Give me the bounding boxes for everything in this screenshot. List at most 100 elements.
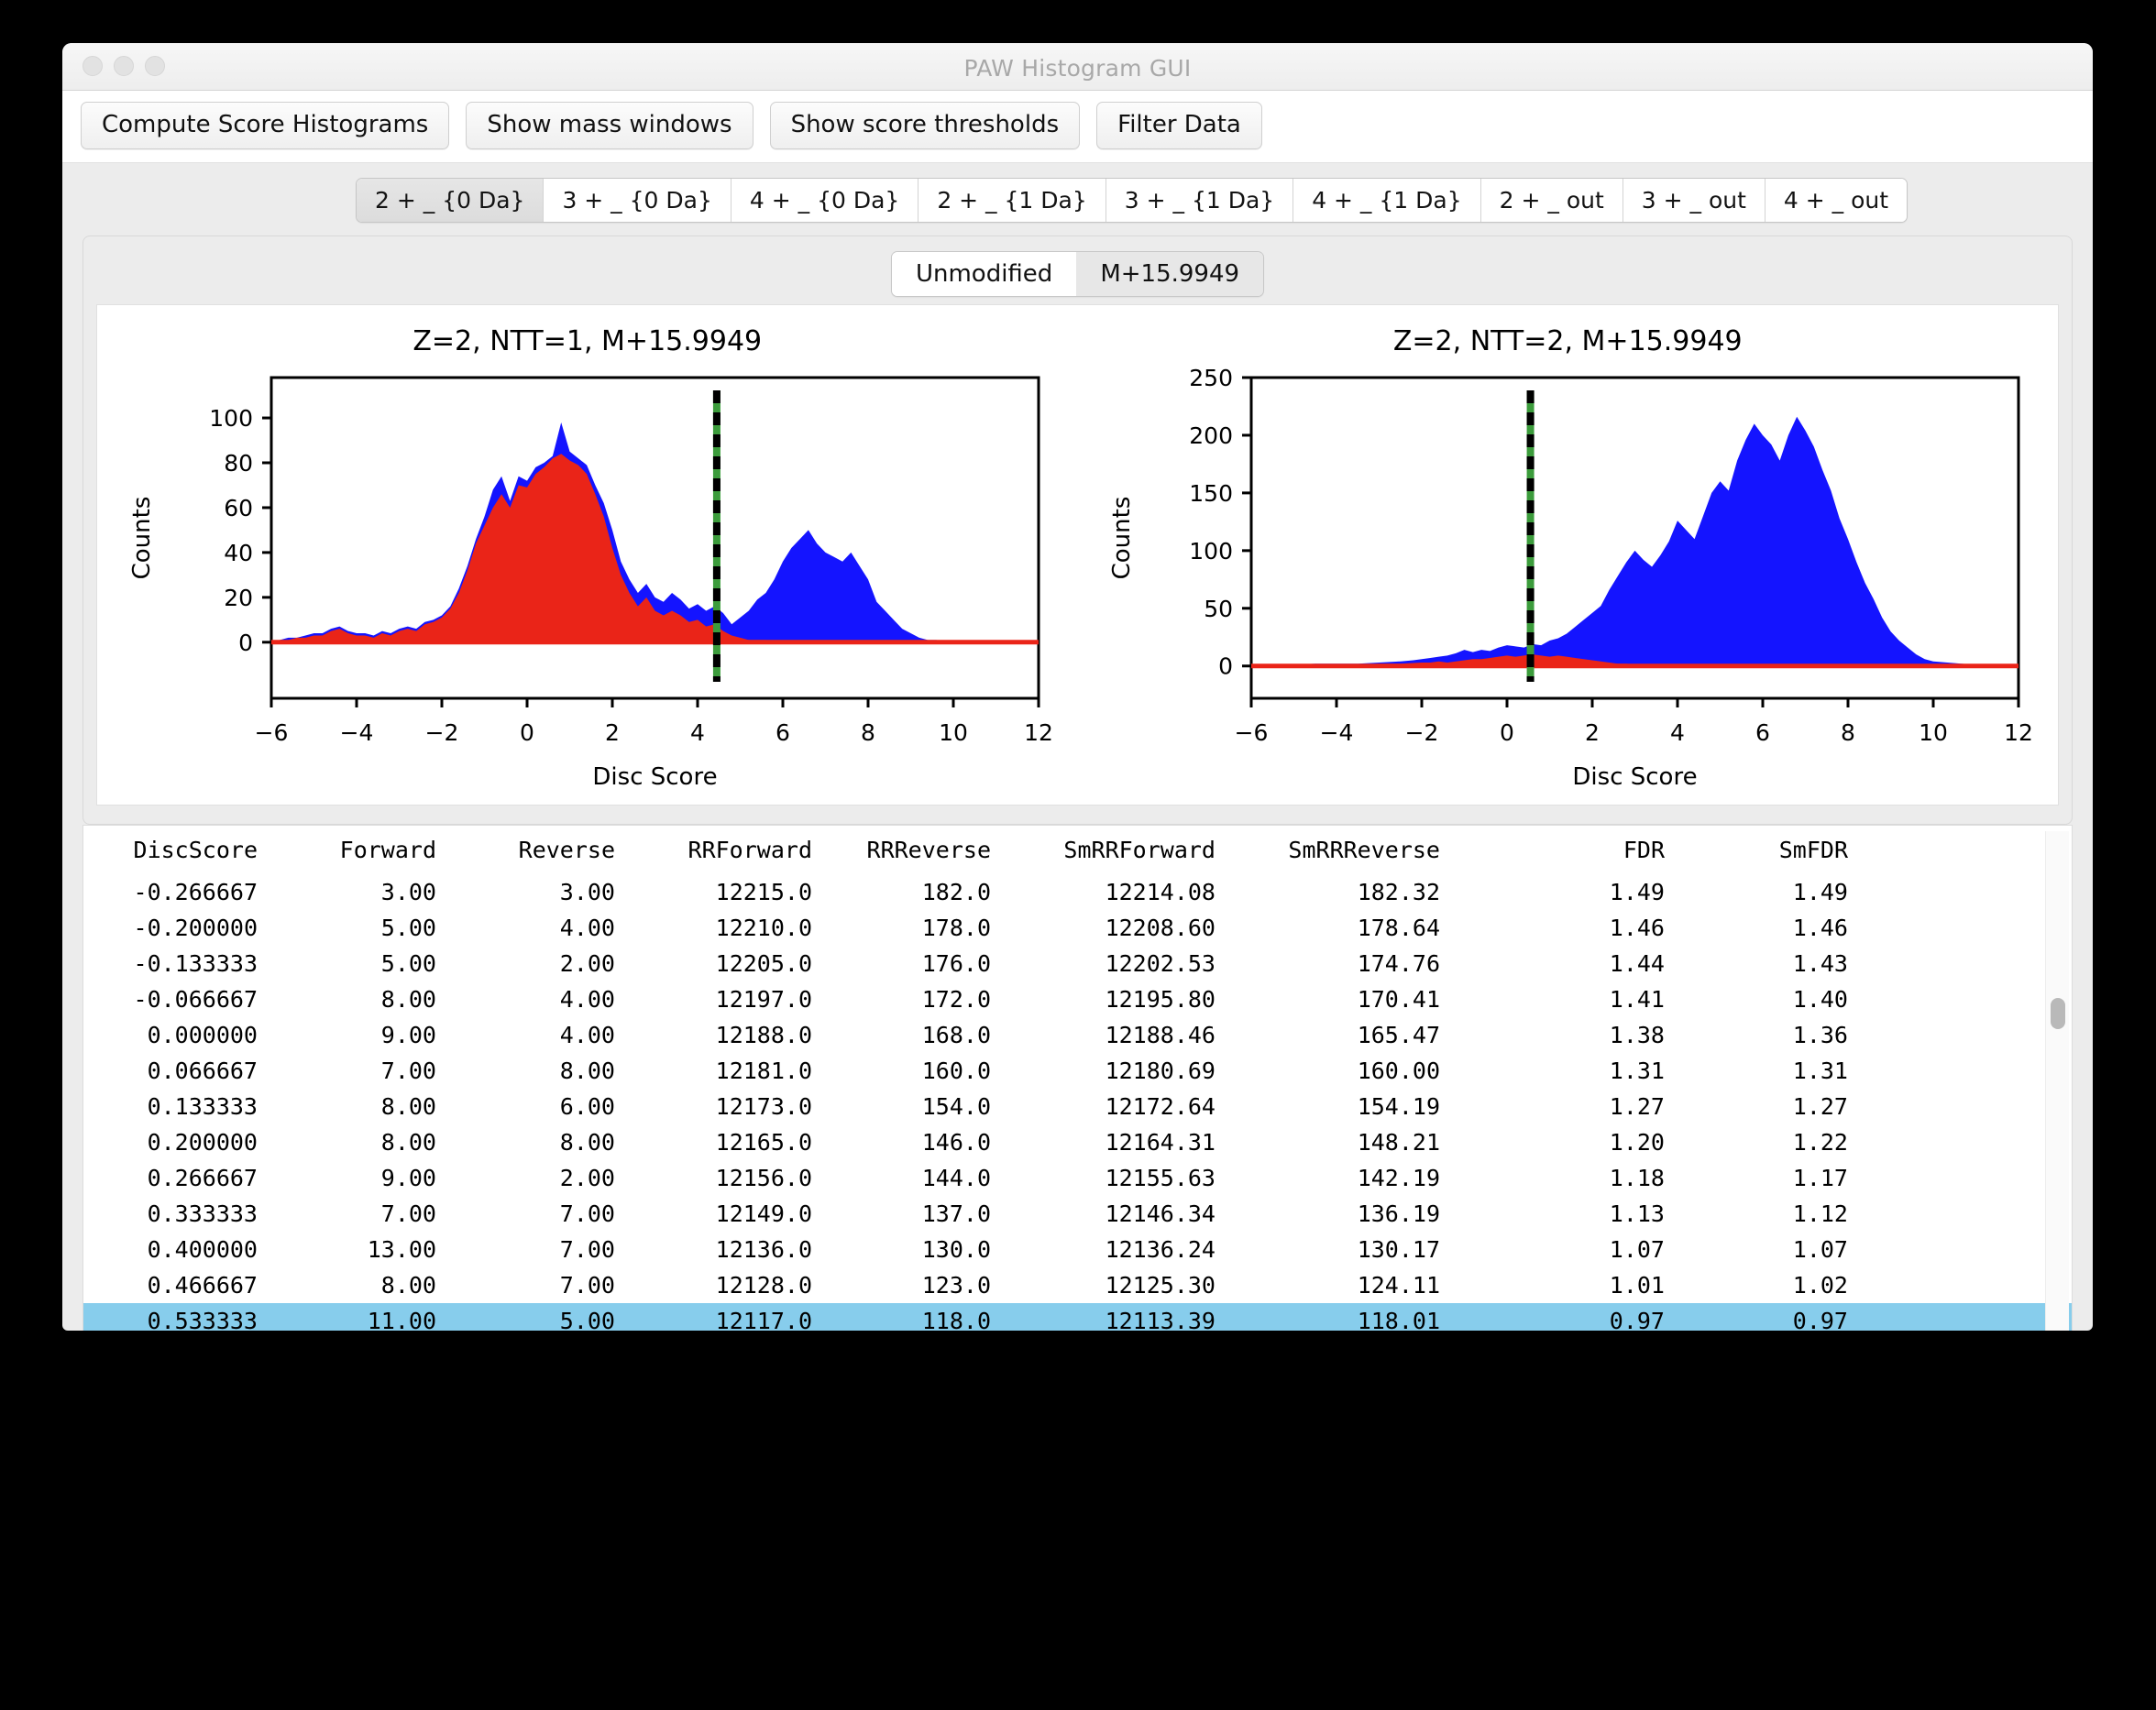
table-cell-spacer: [1848, 981, 2072, 1017]
table-cell-rrreverse: 137.0: [812, 1196, 991, 1232]
table-cell-reverse: 8.00: [436, 1124, 615, 1160]
table-cell-fdr: 1.13: [1440, 1196, 1665, 1232]
results-table-card: DiscScore Forward Reverse RRForward RRRe…: [82, 825, 2073, 1331]
svg-text:−4: −4: [339, 719, 373, 746]
table-cell-fdr: 1.38: [1440, 1017, 1665, 1053]
table-row[interactable]: 0.1333338.006.0012173.0154.012172.64154.…: [83, 1089, 2072, 1124]
table-row[interactable]: 0.4666678.007.0012128.0123.012125.30124.…: [83, 1267, 2072, 1303]
svg-text:−4: −4: [1320, 719, 1354, 746]
table-cell-rrforward: 12215.0: [615, 874, 812, 910]
modification-tabstrip: Unmodified M+15.9949: [83, 236, 2072, 304]
table-cell-smrrforward: 12172.64: [991, 1089, 1216, 1124]
table-cell-discscore: 0.400000: [83, 1232, 258, 1267]
table-cell-fdr: 0.97: [1440, 1303, 1665, 1331]
compute-score-histograms-button[interactable]: Compute Score Histograms: [81, 102, 449, 149]
table-cell-rrreverse: 144.0: [812, 1160, 991, 1196]
table-cell-smrrreverse: 165.47: [1216, 1017, 1440, 1053]
tab-unmodified[interactable]: Unmodified: [892, 252, 1076, 296]
table-cell-smfdr: 1.17: [1665, 1160, 1848, 1196]
table-row[interactable]: 0.40000013.007.0012136.0130.012136.24130…: [83, 1232, 2072, 1267]
tab-m-plus-15-9949[interactable]: M+15.9949: [1076, 252, 1263, 296]
table-row[interactable]: 0.3333337.007.0012149.0137.012146.34136.…: [83, 1196, 2072, 1232]
svg-text:0: 0: [238, 630, 253, 656]
table-cell-rrreverse: 178.0: [812, 910, 991, 946]
table-row[interactable]: 0.53333311.005.0012117.0118.012113.39118…: [83, 1303, 2072, 1331]
table-cell-smrrreverse: 130.17: [1216, 1232, 1440, 1267]
table-cell-discscore: 0.333333: [83, 1196, 258, 1232]
svg-text:50: 50: [1204, 596, 1233, 622]
col-header-smrrreverse[interactable]: SmRRReverse: [1216, 826, 1440, 874]
main-toolbar: Compute Score Histograms Show mass windo…: [62, 91, 2093, 163]
table-row[interactable]: 0.0666677.008.0012181.0160.012180.69160.…: [83, 1053, 2072, 1089]
table-row[interactable]: -0.2666673.003.0012215.0182.012214.08182…: [83, 874, 2072, 910]
table-cell-forward: 9.00: [258, 1017, 436, 1053]
results-table-scroll[interactable]: DiscScore Forward Reverse RRForward RRRe…: [83, 826, 2072, 1331]
table-cell-reverse: 6.00: [436, 1089, 615, 1124]
tab-2plus-out[interactable]: 2 + _ out: [1481, 179, 1623, 222]
vertical-scrollbar[interactable]: [2045, 831, 2069, 1331]
right-plot-title: Z=2, NTT=2, M+15.9949: [1078, 325, 2059, 357]
col-header-rrforward[interactable]: RRForward: [615, 826, 812, 874]
table-cell-smfdr: 1.49: [1665, 874, 1848, 910]
vertical-scrollbar-thumb[interactable]: [2051, 998, 2065, 1029]
tab-2plus-1da[interactable]: 2 + _ {1 Da}: [918, 179, 1106, 222]
table-cell-smfdr: 1.40: [1665, 981, 1848, 1017]
table-cell-rrforward: 12173.0: [615, 1089, 812, 1124]
tab-4plus-1da[interactable]: 4 + _ {1 Da}: [1293, 179, 1480, 222]
table-cell-smrrreverse: 170.41: [1216, 981, 1440, 1017]
table-cell-rrreverse: 123.0: [812, 1267, 991, 1303]
col-header-rrreverse[interactable]: RRReverse: [812, 826, 991, 874]
table-cell-smfdr: 0.97: [1665, 1303, 1848, 1331]
svg-text:150: 150: [1190, 480, 1234, 507]
table-cell-rrforward: 12210.0: [615, 910, 812, 946]
table-cell-smfdr: 1.27: [1665, 1089, 1848, 1124]
svg-text:Counts: Counts: [1108, 497, 1136, 580]
table-cell-forward: 8.00: [258, 1267, 436, 1303]
table-cell-rrforward: 12156.0: [615, 1160, 812, 1196]
svg-text:2: 2: [605, 719, 620, 746]
col-header-reverse[interactable]: Reverse: [436, 826, 615, 874]
col-header-forward[interactable]: Forward: [258, 826, 436, 874]
col-header-discscore[interactable]: DiscScore: [83, 826, 258, 874]
table-cell-discscore: -0.200000: [83, 910, 258, 946]
table-row[interactable]: 0.2666679.002.0012156.0144.012155.63142.…: [83, 1160, 2072, 1196]
col-header-fdr[interactable]: FDR: [1440, 826, 1665, 874]
col-header-smrrforward[interactable]: SmRRForward: [991, 826, 1216, 874]
table-cell-forward: 5.00: [258, 910, 436, 946]
filter-data-button[interactable]: Filter Data: [1096, 102, 1262, 149]
table-cell-smrrreverse: 154.19: [1216, 1089, 1440, 1124]
table-cell-spacer: [1848, 874, 2072, 910]
table-cell-smfdr: 1.22: [1665, 1124, 1848, 1160]
table-row[interactable]: -0.2000005.004.0012210.0178.012208.60178…: [83, 910, 2072, 946]
table-cell-forward: 11.00: [258, 1303, 436, 1331]
col-header-smfdr[interactable]: SmFDR: [1665, 826, 1848, 874]
table-cell-discscore: 0.000000: [83, 1017, 258, 1053]
tab-3plus-1da[interactable]: 3 + _ {1 Da}: [1106, 179, 1293, 222]
table-cell-reverse: 4.00: [436, 910, 615, 946]
right-histogram-svg: −6−4−2024681012050100150200250Disc Score…: [1091, 361, 2044, 801]
table-cell-fdr: 1.44: [1440, 946, 1665, 981]
table-cell-rrreverse: 154.0: [812, 1089, 991, 1124]
tab-3plus-0da[interactable]: 3 + _ {0 Da}: [544, 179, 731, 222]
tab-3plus-out[interactable]: 3 + _ out: [1623, 179, 1766, 222]
tab-4plus-0da[interactable]: 4 + _ {0 Da}: [732, 179, 918, 222]
table-cell-reverse: 3.00: [436, 874, 615, 910]
svg-text:20: 20: [224, 585, 253, 611]
table-row[interactable]: -0.1333335.002.0012205.0176.012202.53174…: [83, 946, 2072, 981]
show-score-thresholds-button[interactable]: Show score thresholds: [770, 102, 1081, 149]
table-row[interactable]: 0.0000009.004.0012188.0168.012188.46165.…: [83, 1017, 2072, 1053]
svg-text:6: 6: [1755, 719, 1770, 746]
table-cell-rrforward: 12205.0: [615, 946, 812, 981]
show-mass-windows-button[interactable]: Show mass windows: [466, 102, 753, 149]
table-cell-rrreverse: 168.0: [812, 1017, 991, 1053]
table-cell-reverse: 7.00: [436, 1232, 615, 1267]
table-cell-smrrreverse: 118.01: [1216, 1303, 1440, 1331]
table-row[interactable]: -0.0666678.004.0012197.0172.012195.80170…: [83, 981, 2072, 1017]
svg-text:Disc Score: Disc Score: [592, 763, 717, 791]
table-cell-discscore: 0.466667: [83, 1267, 258, 1303]
tab-4plus-out[interactable]: 4 + _ out: [1766, 179, 1907, 222]
tab-2plus-0da[interactable]: 2 + _ {0 Da}: [357, 179, 544, 222]
table-cell-fdr: 1.20: [1440, 1124, 1665, 1160]
table-cell-reverse: 2.00: [436, 1160, 615, 1196]
table-row[interactable]: 0.2000008.008.0012165.0146.012164.31148.…: [83, 1124, 2072, 1160]
